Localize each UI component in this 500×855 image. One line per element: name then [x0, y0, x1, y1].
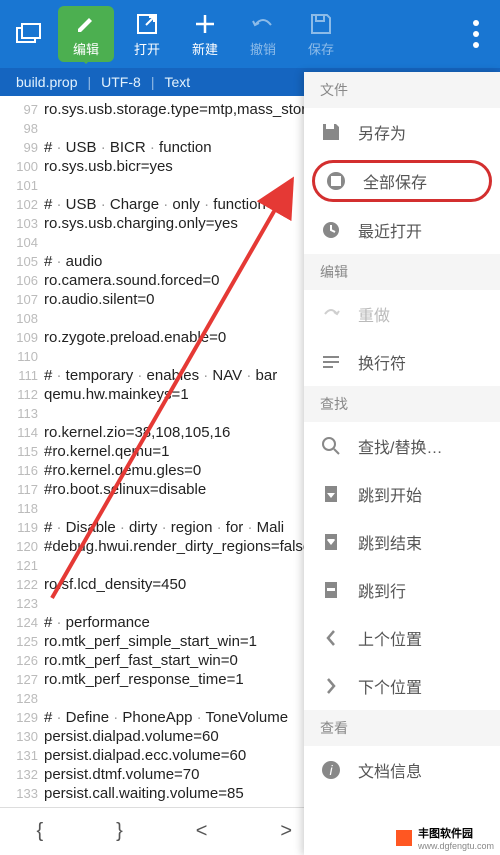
menu-section-view: 查看	[304, 710, 500, 746]
undo-icon	[250, 11, 276, 37]
go-line-icon	[320, 579, 342, 601]
main-toolbar: 编辑 打开 新建 撤销 保存	[0, 0, 500, 68]
menu-redo: 重做	[304, 290, 500, 338]
menu-go-start[interactable]: 跳到开始	[304, 470, 500, 518]
menu-wrap[interactable]: 换行符	[304, 338, 500, 386]
menu-recent[interactable]: 最近打开	[304, 206, 500, 254]
menu-next-pos[interactable]: 下个位置	[304, 662, 500, 710]
status-encoding[interactable]: UTF-8	[101, 74, 141, 90]
search-icon	[320, 435, 342, 457]
clock-icon	[320, 219, 342, 241]
menu-section-find: 查找	[304, 386, 500, 422]
windows-icon	[16, 21, 42, 47]
menu-find-replace[interactable]: 查找/替换…	[304, 422, 500, 470]
sym-gt[interactable]: >	[280, 820, 292, 843]
new-button[interactable]: 新建	[176, 0, 234, 68]
menu-doc-info[interactable]: i 文档信息	[304, 746, 500, 794]
chevron-left-icon	[320, 627, 342, 649]
open-button[interactable]: 打开	[118, 0, 176, 68]
line-gutter: 97 98 99 100 101 102 103 104 105 106 107…	[0, 96, 44, 807]
floppy-icon	[308, 11, 334, 37]
menu-section-edit: 编辑	[304, 254, 500, 290]
watermark-logo	[396, 830, 412, 846]
sym-lt[interactable]: <	[196, 820, 208, 843]
menu-save-as[interactable]: 另存为	[304, 108, 500, 156]
new-label: 新建	[192, 39, 218, 58]
info-icon: i	[320, 759, 342, 781]
save-button[interactable]: 保存	[292, 0, 350, 68]
sym-brace-open[interactable]: {	[36, 820, 43, 843]
status-file[interactable]: build.prop	[16, 74, 78, 90]
overflow-menu: 文件 另存为 全部保存 最近打开 编辑 重做 换行符 查找 查找/替换… 跳到开…	[304, 72, 500, 855]
plus-icon	[192, 11, 218, 37]
floppy-icon	[325, 170, 347, 192]
chevron-right-icon	[320, 675, 342, 697]
more-menu-button[interactable]	[456, 20, 496, 48]
status-mode[interactable]: Text	[164, 74, 190, 90]
open-label: 打开	[134, 39, 160, 58]
edit-button[interactable]: 编辑	[58, 6, 114, 62]
menu-prev-pos[interactable]: 上个位置	[304, 614, 500, 662]
menu-save-all[interactable]: 全部保存	[312, 160, 492, 202]
pencil-icon	[73, 11, 99, 37]
menu-go-end[interactable]: 跳到结束	[304, 518, 500, 566]
menu-go-line[interactable]: 跳到行	[304, 566, 500, 614]
floppy-icon	[320, 121, 342, 143]
menu-section-file: 文件	[304, 72, 500, 108]
go-end-icon	[320, 531, 342, 553]
undo-button[interactable]: 撤销	[234, 0, 292, 68]
watermark: 丰图软件园 www.dgfengtu.com	[396, 825, 494, 851]
windows-button[interactable]	[4, 0, 54, 68]
edit-label: 编辑	[73, 39, 99, 58]
wrap-icon	[320, 351, 342, 373]
save-label: 保存	[308, 39, 334, 58]
redo-icon	[320, 303, 342, 325]
sym-brace-close[interactable]: }	[116, 820, 123, 843]
open-icon	[134, 11, 160, 37]
go-start-icon	[320, 483, 342, 505]
undo-label: 撤销	[250, 39, 276, 58]
